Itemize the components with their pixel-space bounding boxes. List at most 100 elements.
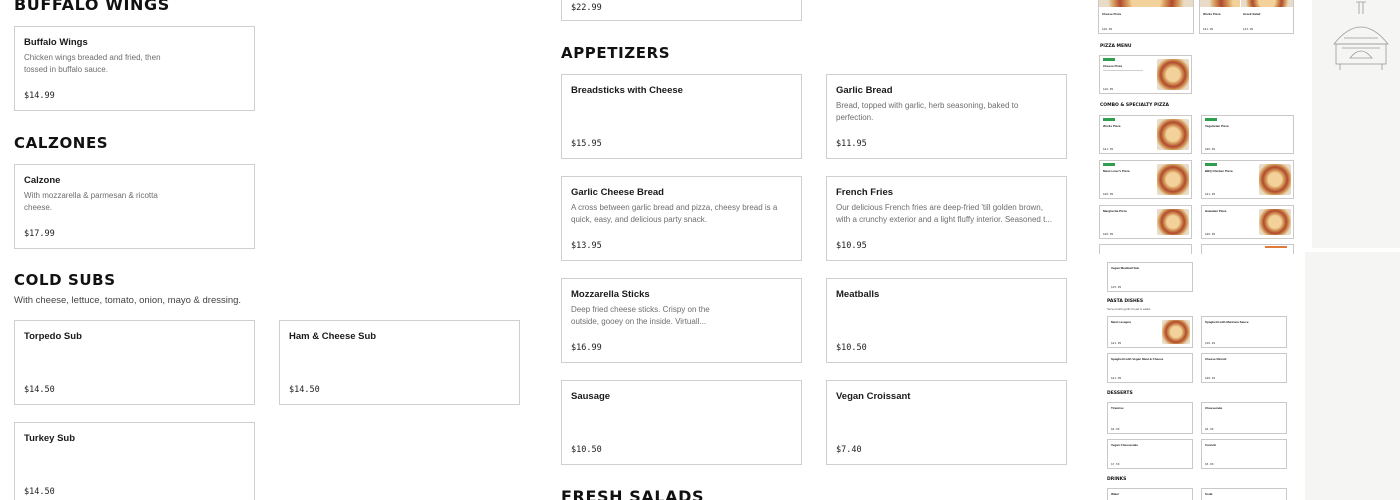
minimap-item-name: Water [1111,492,1120,496]
menu-item-card[interactable]: Vegan Croissant $7.40 [826,380,1067,465]
menu-item-card-partial[interactable]: $22.99 [561,0,802,21]
section-heading-fresh-salads: FRESH SALADS [561,487,705,500]
minimap-item-price: $20.99 [1205,147,1216,151]
minimap-item-price: $6.99 [1205,427,1214,431]
minimap-card[interactable]: Tiramisu $6.99 [1107,402,1193,434]
minimap-item-price: $16.99 [1103,87,1114,91]
menu-item-card[interactable]: Turkey Sub $14.50 [14,422,255,500]
section-heading-buffalo-wings: BUFFALO WINGS [14,0,170,14]
minimap-item-name: Tiramisu [1111,406,1124,410]
minimap-card[interactable] [1201,244,1294,254]
minimap-item-price: $20.99 [1103,192,1114,196]
food-photo [1157,209,1189,235]
menu-item-price: $14.99 [24,91,55,101]
minimap-card[interactable]: Hawaiian Pizza $20.99 [1201,205,1294,239]
minimap-item-name: Vegan Cheesecake [1111,443,1139,447]
minimap-item-price: $16.99 [1102,27,1113,31]
menu-item-name: Ham & Cheese Sub [289,331,377,342]
menu-item-card[interactable]: Ham & Cheese Sub $14.50 [279,320,520,405]
minimap-section-title: COMBO & SPECIALTY PIZZA [1100,103,1169,108]
minimap-item-price: $21.99 [1111,376,1122,380]
menu-item-card[interactable]: Torpedo Sub $14.50 [14,320,255,405]
minimap-item-name: Margherita Pizza [1103,209,1127,213]
minimap-card[interactable]: Spaghetti with Marinara Sauce $16.49 [1201,316,1287,348]
menu-item-price: $10.50 [836,343,867,353]
menu-item-price: $14.50 [289,385,320,395]
minimap-card[interactable]: Meat Lover's Pizza $20.99 [1099,160,1192,199]
menu-item-card[interactable]: French Fries Our delicious French fries … [826,176,1067,261]
minimap-item-name: BBQ Chicken Pizza [1205,169,1233,173]
minimap-card[interactable]: Margherita Pizza $20.99 [1099,205,1192,239]
minimap-item-name: Works Pizza [1103,124,1121,128]
minimap-item-price: $21.99 [1103,147,1114,151]
minimap-card[interactable]: Water [1107,488,1193,500]
menu-item-card[interactable]: Meatballs $10.50 [826,278,1067,363]
minimap-card[interactable]: Cheese Pizza $16.99 [1099,55,1192,94]
menu-item-card[interactable]: Garlic Cheese Bread A cross between garl… [561,176,802,261]
food-photo [1157,119,1189,150]
menu-item-card[interactable]: Calzone With mozzarella & parmesan & ric… [14,164,255,249]
food-photo [1241,0,1293,7]
minimap-card[interactable]: Cannoli $5.99 [1201,439,1287,469]
menu-item-name: Torpedo Sub [24,331,82,342]
menu-item-description: With mozzarella & parmesan & ricotta che… [24,191,158,212]
minimap-item-name: Spaghetti with Marinara Sauce [1205,320,1249,324]
minimap-section-title: PIZZA MENU [1100,44,1132,49]
menu-item-price: $10.95 [836,241,867,251]
minimap-item-name: Vegan Meatball Sub [1111,266,1140,270]
minimap-card[interactable]: Vegan Meatball Sub $15.99 [1107,262,1193,292]
minimap-card[interactable]: Vegetarian Pizza $20.99 [1201,115,1294,154]
menu-item-card[interactable]: Garlic Bread Bread, topped with garlic, … [826,74,1067,159]
minimap-item-name: Cheese Pizza [1103,64,1123,68]
minimap-item-name: Cheesecake [1205,406,1223,410]
menu-item-name: Breadsticks with Cheese [571,85,683,96]
minimap-card[interactable] [1099,244,1192,254]
menu-item-price: $7.40 [836,445,862,455]
minimap-card[interactable]: Cheese Ravioli $20.49 [1201,353,1287,383]
section-heading-appetizers: APPETIZERS [561,44,671,62]
menu-item-name: Turkey Sub [24,433,76,444]
menu-item-name: Vegan Croissant [836,391,911,402]
minimap-item-price: $5.99 [1205,462,1214,466]
minimap-section-title: DRINKS [1107,477,1127,482]
menu-item-card[interactable]: Sausage $10.50 [561,380,802,465]
minimap-item-price: $21.99 [1205,192,1216,196]
menu-item-price: $15.95 [571,139,602,149]
menu-item-price: $14.50 [24,385,55,395]
best-seller-badge [1103,58,1115,61]
best-seller-badge [1205,118,1217,121]
minimap-card[interactable]: Soda [1201,488,1287,500]
food-photo [1259,209,1291,235]
minimap-item-price: $7.50 [1111,462,1120,466]
menu-minimap[interactable]: Cheese Pizza $16.99 Works Pizza $21.99 G… [1098,0,1294,500]
minimap-item-price: $6.99 [1111,427,1120,431]
menu-item-card[interactable]: Mozzarella Sticks Deep fried cheese stic… [561,278,802,363]
minimap-card[interactable]: Cheesecake $6.99 [1201,402,1287,434]
menu-item-name: French Fries [836,187,894,198]
best-seller-badge [1103,118,1115,121]
menu-item-card[interactable]: Breadsticks with Cheese $15.95 [561,74,802,159]
section-heading-calzones: CALZONES [14,134,109,152]
minimap-card[interactable]: Vegan Cheesecake $7.50 [1107,439,1193,469]
minimap-card[interactable]: Works Pizza $21.99 [1099,115,1192,154]
menu-item-description: Chicken wings breaded and fried, then to… [24,53,161,74]
menu-item-description: Our delicious French fries are deep-frie… [836,203,1052,224]
menu-item-card[interactable]: Buffalo Wings Chicken wings breaded and … [14,26,255,111]
minimap-item-price: $16.49 [1205,341,1216,345]
minimap-item-name: Meat Lover's Pizza [1103,169,1130,173]
minimap-item-name: Greek Salad [1243,12,1261,16]
minimap-section-subtitle: Served with garlic bread & salad. [1107,307,1151,311]
pizza-oven-illustration-icon [1333,1,1389,70]
minimap-card[interactable]: Spaghetti with Vegan Meat & Cheese $21.9… [1107,353,1193,383]
minimap-card[interactable]: Meat Lasagna $21.99 [1107,316,1193,348]
minimap-item-name: Vegetarian Pizza [1205,124,1229,128]
minimap-item-price: $20.49 [1205,376,1216,380]
minimap-item-price: $21.99 [1111,341,1122,345]
menu-item-name: Garlic Bread [836,85,893,96]
menu-item-price: $14.50 [24,487,55,497]
minimap-card[interactable]: BBQ Chicken Pizza $21.99 [1201,160,1294,199]
minimap-card[interactable]: Greek Salad $13.99 [1240,0,1294,34]
minimap-card[interactable]: Cheese Pizza $16.99 [1098,0,1194,34]
menu-item-name: Meatballs [836,289,880,300]
menu-item-description: Deep fried cheese sticks. Crispy on the … [571,305,710,326]
